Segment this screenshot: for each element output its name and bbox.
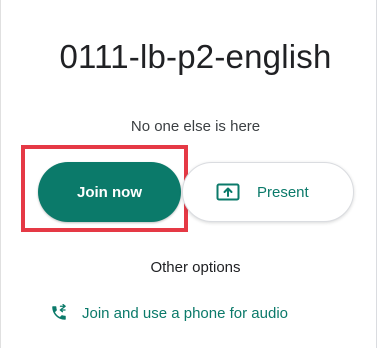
- join-with-phone-link[interactable]: Join and use a phone for audio: [49, 301, 288, 325]
- meeting-title: 0111-lb-p2-english: [59, 38, 332, 75]
- join-with-phone-label: Join and use a phone for audio: [82, 304, 288, 322]
- phone-forward-icon: [49, 303, 69, 323]
- other-options-heading: Other options: [150, 259, 241, 276]
- present-label: Present: [257, 183, 309, 201]
- participant-status: No one else is here: [130, 118, 261, 135]
- meet-join-panel: 0111-lb-p2-english No one else is here J…: [0, 0, 391, 348]
- present-button[interactable]: Present: [182, 162, 354, 222]
- highlight-annotation: [21, 145, 188, 232]
- present-screen-icon: [215, 182, 241, 202]
